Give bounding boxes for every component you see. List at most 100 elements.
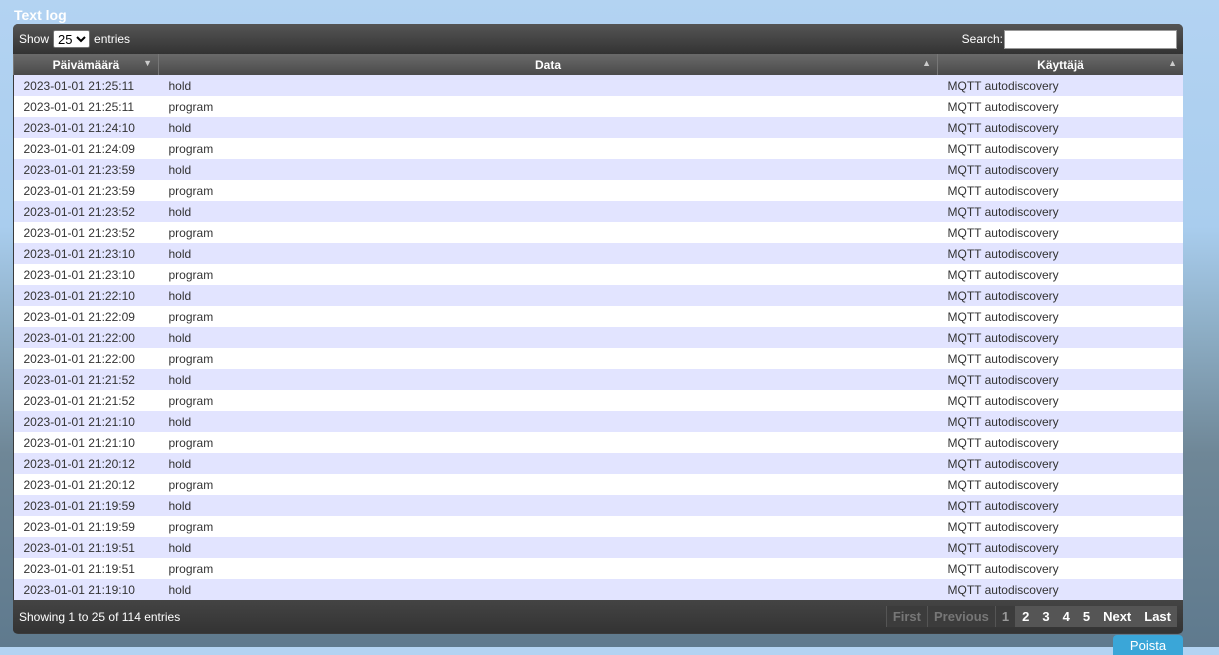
- table-row[interactable]: 2023-01-01 21:21:10 program MQTT autodisco…: [13, 432, 1183, 453]
- user-cell: MQTT autodiscovery: [937, 201, 1183, 222]
- page-button-next[interactable]: Next: [1096, 606, 1138, 627]
- data-cell: program: [158, 516, 938, 537]
- table-row[interactable]: 2023-01-01 21:19:51 hold MQTT autodiscover…: [13, 537, 1183, 558]
- user-cell: MQTT autodiscovery: [937, 117, 1183, 138]
- table-row[interactable]: 2023-01-01 21:19:59 program MQTT autodisco…: [13, 516, 1183, 537]
- date-cell: 2023-01-01 21:21:52: [13, 390, 159, 411]
- user-cell: MQTT autodiscovery: [937, 327, 1183, 348]
- entries-info: Showing 1 to 25 of 114 entries: [19, 609, 181, 624]
- page-button-5[interactable]: 5: [1075, 606, 1097, 627]
- data-cell: hold: [158, 159, 938, 180]
- date-cell: 2023-01-01 21:19:51: [13, 537, 159, 558]
- table-row[interactable]: 2023-01-01 21:25:11 hold MQTT autodiscover…: [13, 75, 1183, 96]
- page-button-3[interactable]: 3: [1035, 606, 1056, 627]
- user-cell: MQTT autodiscovery: [937, 75, 1183, 96]
- text-log-table-panel: Show 25 entries Search: Päivämäärä ▼ Data…: [13, 24, 1183, 634]
- table-row[interactable]: 2023-01-01 21:23:59 program MQTT autodisco…: [13, 180, 1183, 201]
- date-cell: 2023-01-01 21:25:11: [13, 75, 159, 96]
- table-row[interactable]: 2023-01-01 21:23:52 hold MQTT autodiscover…: [13, 201, 1183, 222]
- date-cell: 2023-01-01 21:22:00: [13, 348, 159, 369]
- data-cell: hold: [158, 285, 938, 306]
- data-cell: program: [158, 222, 938, 243]
- table-row[interactable]: 2023-01-01 21:21:10 hold MQTT autodiscover…: [13, 411, 1183, 432]
- data-cell: program: [158, 180, 938, 201]
- user-cell: MQTT autodiscovery: [937, 243, 1183, 264]
- table-footer: Showing 1 to 25 of 114 entries First Prev…: [13, 600, 1183, 633]
- table-row[interactable]: 2023-01-01 21:23:59 hold MQTT autodiscover…: [13, 159, 1183, 180]
- user-cell: MQTT autodiscovery: [937, 222, 1183, 243]
- data-cell: program: [158, 96, 938, 117]
- page-size-select[interactable]: 25: [53, 30, 91, 48]
- date-cell: 2023-01-01 21:23:59: [13, 180, 159, 201]
- data-cell: program: [158, 558, 938, 579]
- data-cell: program: [158, 432, 938, 453]
- data-cell: hold: [158, 201, 938, 222]
- date-cell: 2023-01-01 21:23:10: [13, 243, 159, 264]
- user-cell: MQTT autodiscovery: [937, 96, 1183, 117]
- user-cell: MQTT autodiscovery: [937, 411, 1183, 432]
- date-cell: 2023-01-01 21:24:10: [13, 117, 159, 138]
- date-cell: 2023-01-01 21:23:10: [13, 264, 159, 285]
- delete-button[interactable]: Poista: [1113, 635, 1183, 655]
- data-cell: hold: [158, 243, 938, 264]
- date-cell: 2023-01-01 21:19:59: [13, 495, 159, 516]
- pagination: First Previous 1 2 3 4 5 Next Last: [885, 606, 1177, 627]
- table-row[interactable]: 2023-01-01 21:21:52 program MQTT autodisco…: [13, 390, 1183, 411]
- column-header-data[interactable]: Data ▲: [158, 54, 938, 75]
- table-row[interactable]: 2023-01-01 21:19:10 hold MQTT autodiscover…: [13, 579, 1183, 600]
- user-cell: MQTT autodiscovery: [937, 180, 1183, 201]
- search-label: Search:: [961, 32, 1003, 46]
- user-cell: MQTT autodiscovery: [937, 306, 1183, 327]
- user-cell: MQTT autodiscovery: [937, 138, 1183, 159]
- data-cell: program: [158, 348, 938, 369]
- user-cell: MQTT autodiscovery: [937, 474, 1183, 495]
- user-cell: MQTT autodiscovery: [937, 453, 1183, 474]
- date-cell: 2023-01-01 21:21:52: [13, 369, 159, 390]
- page-button-2[interactable]: 2: [1015, 606, 1036, 627]
- user-cell: MQTT autodiscovery: [937, 285, 1183, 306]
- table-row[interactable]: 2023-01-01 21:19:51 program MQTT autodisco…: [13, 558, 1183, 579]
- table-row[interactable]: 2023-01-01 21:22:09 program MQTT autodisco…: [13, 306, 1183, 327]
- date-cell: 2023-01-01 21:22:10: [13, 285, 159, 306]
- table-row[interactable]: 2023-01-01 21:24:10 hold MQTT autodiscover…: [13, 117, 1183, 138]
- table-row[interactable]: 2023-01-01 21:22:10 hold MQTT autodiscover…: [13, 285, 1183, 306]
- table-toolbar: Show 25 entries Search:: [13, 24, 1183, 54]
- table-row[interactable]: 2023-01-01 21:23:10 program MQTT autodisco…: [13, 264, 1183, 285]
- date-cell: 2023-01-01 21:23:52: [13, 201, 159, 222]
- sort-icon: ▲: [922, 58, 931, 68]
- page-title: Text log: [14, 7, 67, 23]
- user-cell: MQTT autodiscovery: [937, 537, 1183, 558]
- user-cell: MQTT autodiscovery: [937, 369, 1183, 390]
- table-row[interactable]: 2023-01-01 21:19:59 hold MQTT autodiscover…: [13, 495, 1183, 516]
- user-cell: MQTT autodiscovery: [937, 579, 1183, 600]
- table-row[interactable]: 2023-01-01 21:20:12 program MQTT autodisco…: [13, 474, 1183, 495]
- table-row[interactable]: 2023-01-01 21:23:10 hold MQTT autodiscover…: [13, 243, 1183, 264]
- page-button-last[interactable]: Last: [1137, 606, 1177, 627]
- sort-desc-icon: ▼: [143, 58, 152, 68]
- data-cell: program: [158, 264, 938, 285]
- date-cell: 2023-01-01 21:21:10: [13, 411, 159, 432]
- table-row[interactable]: 2023-01-01 21:21:52 hold MQTT autodiscover…: [13, 369, 1183, 390]
- date-cell: 2023-01-01 21:19:51: [13, 558, 159, 579]
- page-button-4[interactable]: 4: [1055, 606, 1076, 627]
- table-row[interactable]: 2023-01-01 21:22:00 program MQTT autodisco…: [13, 348, 1183, 369]
- date-cell: 2023-01-01 21:24:09: [13, 138, 159, 159]
- column-header-date[interactable]: Päivämäärä ▼: [13, 54, 159, 75]
- table-row[interactable]: 2023-01-01 21:22:00 hold MQTT autodiscover…: [13, 327, 1183, 348]
- table-row[interactable]: 2023-01-01 21:24:09 program MQTT autodisco…: [13, 138, 1183, 159]
- data-cell: program: [158, 390, 938, 411]
- page-button-1: 1: [994, 606, 1016, 627]
- user-cell: MQTT autodiscovery: [937, 516, 1183, 537]
- search-input[interactable]: [1004, 29, 1177, 49]
- sort-icon: ▲: [1168, 58, 1177, 68]
- date-cell: 2023-01-01 21:22:00: [13, 327, 159, 348]
- user-cell: MQTT autodiscovery: [937, 558, 1183, 579]
- table-row[interactable]: 2023-01-01 21:20:12 hold MQTT autodiscover…: [13, 453, 1183, 474]
- user-cell: MQTT autodiscovery: [937, 159, 1183, 180]
- data-cell: hold: [158, 537, 938, 558]
- table-row[interactable]: 2023-01-01 21:23:52 program MQTT autodisco…: [13, 222, 1183, 243]
- column-header-user[interactable]: Käyttäjä ▲: [937, 54, 1183, 75]
- date-cell: 2023-01-01 21:19:10: [13, 579, 159, 600]
- table-row[interactable]: 2023-01-01 21:25:11 program MQTT autodisco…: [13, 96, 1183, 117]
- data-cell: hold: [158, 579, 938, 600]
